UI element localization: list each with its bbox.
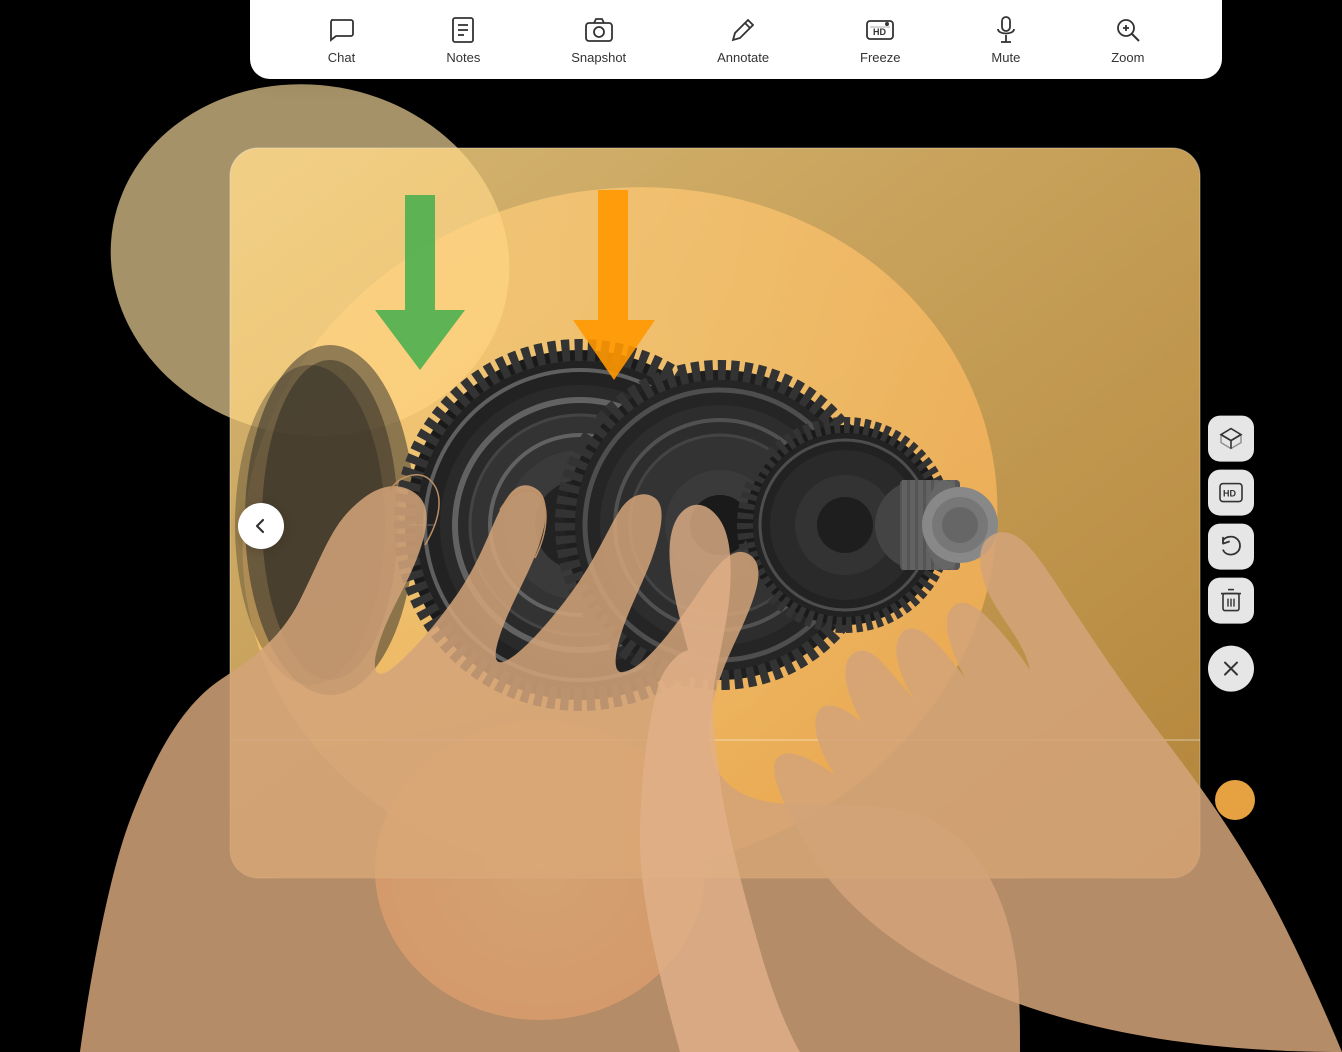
hd-button[interactable]: HD (1208, 470, 1254, 516)
snapshot-icon (585, 16, 613, 44)
toolbar: Chat Notes Snapshot (250, 0, 1222, 79)
trash-button[interactable] (1208, 578, 1254, 624)
toolbar-annotate-item[interactable]: Annotate (717, 16, 769, 65)
zoom-icon (1114, 16, 1142, 44)
notes-label: Notes (446, 50, 480, 65)
toolbar-notes-item[interactable]: Notes (446, 16, 480, 65)
chat-icon (327, 16, 355, 44)
annotate-label: Annotate (717, 50, 769, 65)
toolbar-chat-item[interactable]: Chat (327, 16, 355, 65)
freeze-icon: HD (866, 16, 894, 44)
close-button[interactable] (1208, 646, 1254, 692)
zoom-label: Zoom (1111, 50, 1144, 65)
back-button[interactable] (238, 503, 284, 549)
undo-button[interactable] (1208, 524, 1254, 570)
mute-label: Mute (991, 50, 1020, 65)
scene: Chat Notes Snapshot (0, 0, 1342, 1052)
background-scene (0, 0, 1342, 1052)
3d-button[interactable] (1208, 416, 1254, 462)
svg-text:HD: HD (1223, 489, 1236, 499)
chat-label: Chat (328, 50, 355, 65)
freeze-label: Freeze (860, 50, 900, 65)
notes-icon (449, 16, 477, 44)
toolbar-mute-item[interactable]: Mute (991, 16, 1020, 65)
right-panel: HD (1208, 416, 1254, 692)
snapshot-label: Snapshot (571, 50, 626, 65)
toolbar-freeze-item[interactable]: HD Freeze (860, 16, 900, 65)
toolbar-snapshot-item[interactable]: Snapshot (571, 16, 626, 65)
mute-icon (992, 16, 1020, 44)
toolbar-zoom-item[interactable]: Zoom (1111, 16, 1144, 65)
svg-text:HD: HD (873, 27, 886, 37)
annotate-icon (729, 16, 757, 44)
